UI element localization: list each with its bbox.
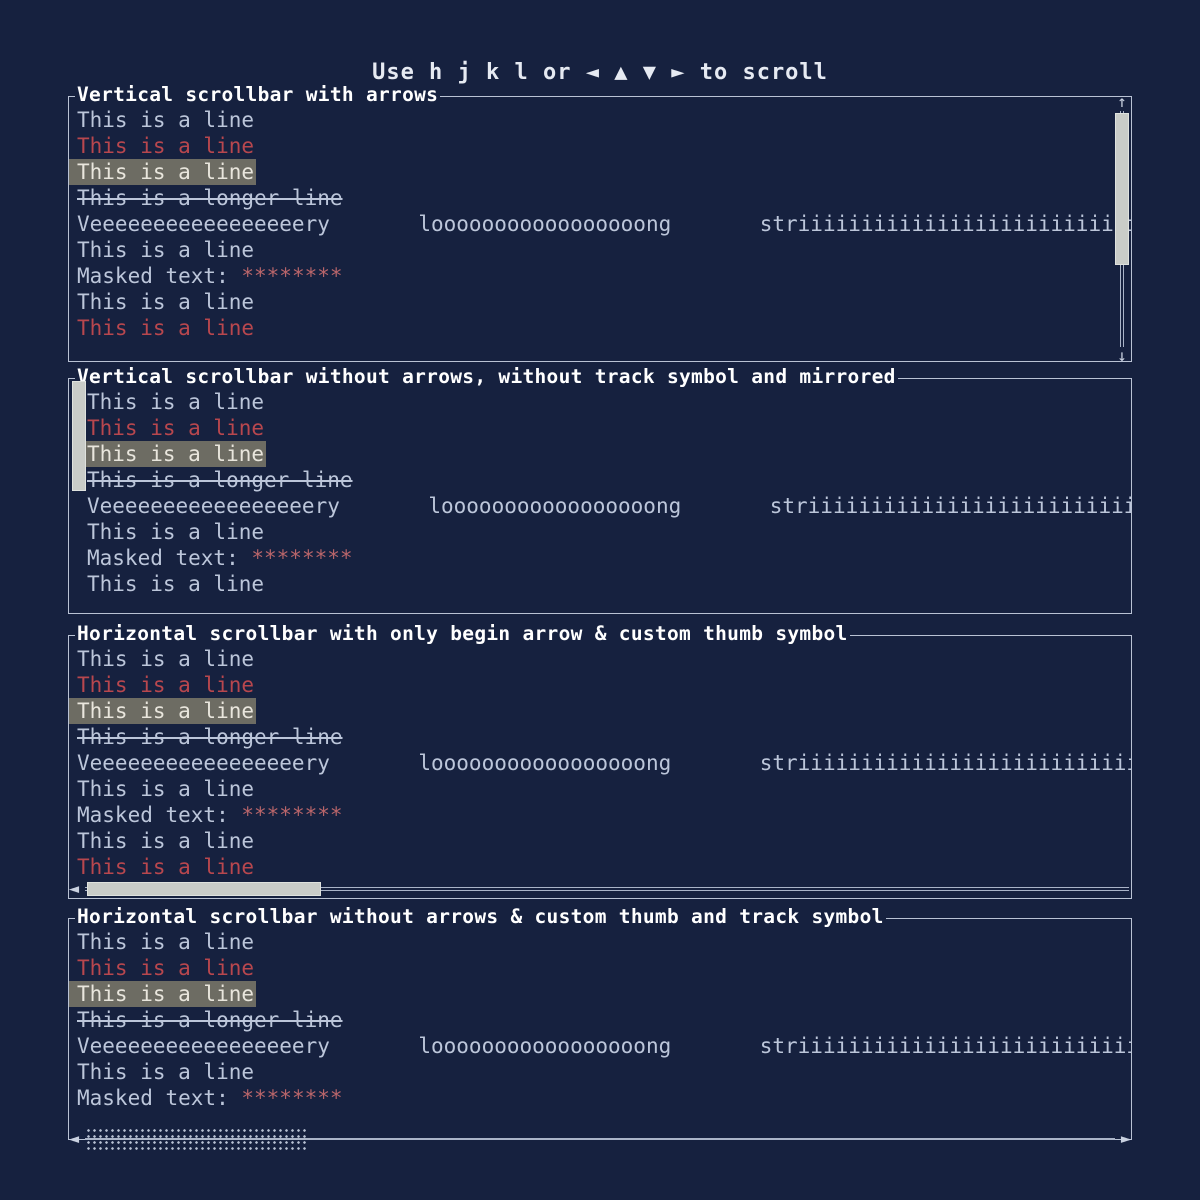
text-line-highlighted: This is a line <box>69 698 257 724</box>
text-line: This is a line <box>77 673 255 697</box>
text-line-highlighted: This is a line <box>79 441 267 467</box>
panel-body: This is a line This is a line This is a … <box>69 379 1131 613</box>
scroll-down-arrow-icon[interactable]: ↓ <box>1115 348 1129 364</box>
text-line-strikethrough: This is a longer line <box>87 468 353 492</box>
panel-horizontal-begin-arrow: Horizontal scrollbar with only begin arr… <box>66 623 1132 899</box>
text-line-strikethrough: This is a longer line <box>77 725 343 749</box>
panel-body: This is a line This is a line This is a … <box>69 636 1131 898</box>
text-line: This is a line <box>87 572 265 596</box>
terminal-screen: Use h j k l or ◄ ▲ ▼ ► to scroll Vertica… <box>0 0 1200 1200</box>
horizontal-scrollbar-custom[interactable]: ◄ ► <box>66 1129 1134 1151</box>
scrollbar-thumb[interactable] <box>87 1129 307 1151</box>
masked-text-row: Masked text: ******** <box>69 802 1131 828</box>
horizontal-scrollbar[interactable]: ◄ <box>66 881 1131 898</box>
text-line-wide: Veeeeeeeeeeeeeeeeery looooooooooooooooon… <box>77 1034 1131 1058</box>
text-line-row: This is a line <box>79 441 1131 467</box>
masked-text-row: Masked text: ******** <box>69 263 1131 289</box>
panel-body: This is a line This is a line This is a … <box>69 919 1131 1139</box>
panel-vertical-no-arrows-mirrored: Vertical scrollbar without arrows, witho… <box>68 366 1132 614</box>
text-line-highlighted: This is a line <box>69 981 257 1007</box>
text-line-wide: Veeeeeeeeeeeeeeeeery looooooooooooooooon… <box>87 494 1131 518</box>
text-line: This is a line <box>77 316 255 340</box>
text-line: This is a line <box>77 855 255 879</box>
masked-value: ******** <box>241 803 343 827</box>
text-line-row: This is a line <box>69 159 1131 185</box>
scroll-up-arrow-icon[interactable]: ↑ <box>1115 94 1129 110</box>
panel-vertical-with-arrows: Vertical scrollbar with arrows This is a… <box>68 84 1132 364</box>
keyboard-hint: Use h j k l or ◄ ▲ ▼ ► to scroll <box>372 60 828 85</box>
text-line: This is a line <box>77 290 255 314</box>
masked-value: ******** <box>241 1086 343 1110</box>
masked-label: Masked text: <box>77 264 242 288</box>
masked-value: ******** <box>251 546 353 570</box>
text-line: This is a line <box>77 108 255 132</box>
masked-value: ******** <box>241 264 343 288</box>
scroll-left-arrow-icon[interactable]: ◄ <box>66 881 82 898</box>
masked-label: Masked text: <box>77 1086 242 1110</box>
text-line: This is a line <box>77 777 255 801</box>
scrollbar-thumb[interactable] <box>1115 113 1129 265</box>
text-line-highlighted: This is a line <box>69 159 257 185</box>
masked-label: Masked text: <box>87 546 252 570</box>
text-line: This is a line <box>77 1060 255 1084</box>
panel-body: This is a line This is a line This is a … <box>69 97 1131 361</box>
text-line-wide: Veeeeeeeeeeeeeeeeery looooooooooooooooon… <box>77 751 1131 775</box>
text-line: This is a line <box>77 238 255 262</box>
masked-text-row: Masked text: ******** <box>69 1085 1131 1111</box>
text-line: This is a line <box>77 134 255 158</box>
vertical-scrollbar[interactable]: ↑ ↓ <box>1115 94 1129 364</box>
scrollbar-thumb[interactable] <box>87 882 321 896</box>
text-line-wide: Veeeeeeeeeeeeeeeeery looooooooooooooooon… <box>77 212 1131 236</box>
text-line-strikethrough: This is a longer line <box>77 186 343 210</box>
text-line: This is a line <box>77 930 255 954</box>
text-line: This is a line <box>77 956 255 980</box>
text-line-row: This is a line <box>69 698 1131 724</box>
scroll-right-arrow-icon[interactable]: ► <box>1118 1131 1134 1148</box>
scrollbar-thumb[interactable] <box>72 381 86 491</box>
text-line: This is a line <box>87 416 265 440</box>
text-line: This is a line <box>87 520 265 544</box>
text-line: This is a line <box>77 647 255 671</box>
masked-text-row: Masked text: ******** <box>79 545 1131 571</box>
panel-horizontal-custom-symbols: Horizontal scrollbar without arrows & cu… <box>68 906 1132 1151</box>
vertical-scrollbar-mirrored[interactable] <box>72 379 86 613</box>
masked-label: Masked text: <box>77 803 242 827</box>
text-line: This is a line <box>87 390 265 414</box>
text-line-row: This is a line <box>69 981 1131 1007</box>
scroll-left-arrow-icon[interactable]: ◄ <box>66 1131 82 1148</box>
text-line: This is a line <box>77 829 255 853</box>
text-line-strikethrough: This is a longer line <box>77 1008 343 1032</box>
